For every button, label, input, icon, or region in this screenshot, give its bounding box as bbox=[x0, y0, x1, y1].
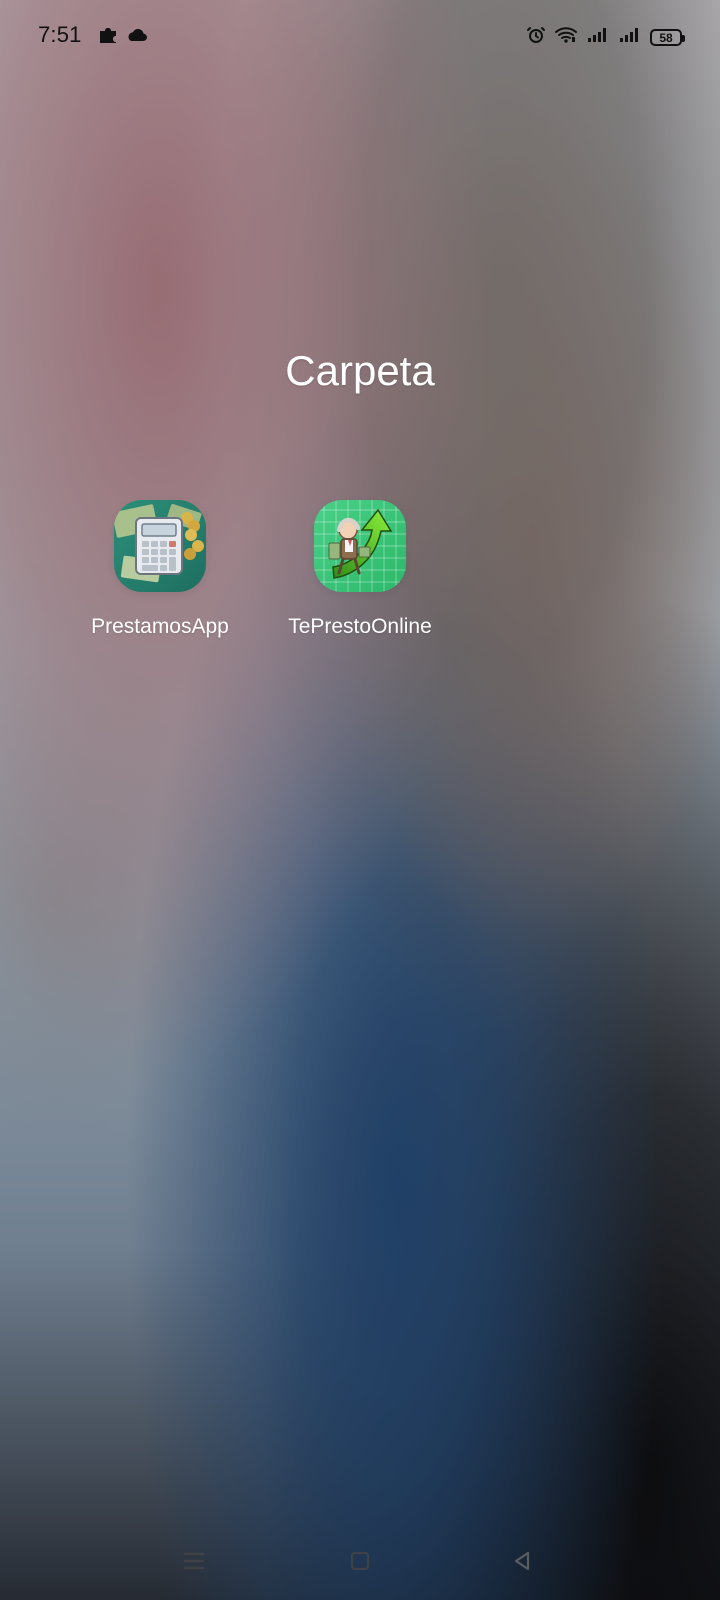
battery-level: 58 bbox=[659, 30, 673, 45]
status-left-icons bbox=[97, 24, 148, 51]
nav-menu-button[interactable] bbox=[174, 1548, 214, 1578]
signal-icon bbox=[586, 26, 610, 49]
status-right-icons: 58 bbox=[526, 25, 685, 50]
nav-home-button[interactable] bbox=[340, 1548, 380, 1578]
navigation-bar bbox=[0, 1528, 720, 1600]
app-label: PrestamosApp bbox=[91, 615, 229, 638]
home-folder-screen: 7:51 58 Carpeta PrestamosApp TePrestoOnl… bbox=[0, 0, 720, 1600]
home-icon bbox=[349, 1550, 371, 1577]
app-prestamosapp[interactable]: PrestamosApp bbox=[70, 500, 250, 640]
puzzle-icon bbox=[97, 24, 119, 51]
alarm-icon bbox=[526, 25, 546, 50]
app-teprestoonline[interactable]: TePrestoOnline bbox=[270, 500, 450, 640]
cloud-icon bbox=[126, 27, 148, 48]
back-icon bbox=[510, 1550, 534, 1577]
signal-icon bbox=[618, 26, 642, 49]
calculator-money-icon[interactable] bbox=[114, 500, 206, 592]
status-bar: 7:51 58 bbox=[0, 0, 720, 72]
nav-back-button[interactable] bbox=[502, 1548, 542, 1578]
folder-apps: PrestamosApp TePrestoOnline bbox=[0, 500, 720, 650]
wifi-icon bbox=[554, 26, 578, 49]
folder-title: Carpeta bbox=[285, 347, 435, 394]
menu-icon bbox=[182, 1550, 206, 1577]
app-label: TePrestoOnline bbox=[288, 615, 432, 638]
growth-arrow-icon[interactable] bbox=[314, 500, 406, 592]
battery-indicator: 58 bbox=[650, 29, 685, 46]
status-time: 7:51 bbox=[38, 22, 82, 47]
